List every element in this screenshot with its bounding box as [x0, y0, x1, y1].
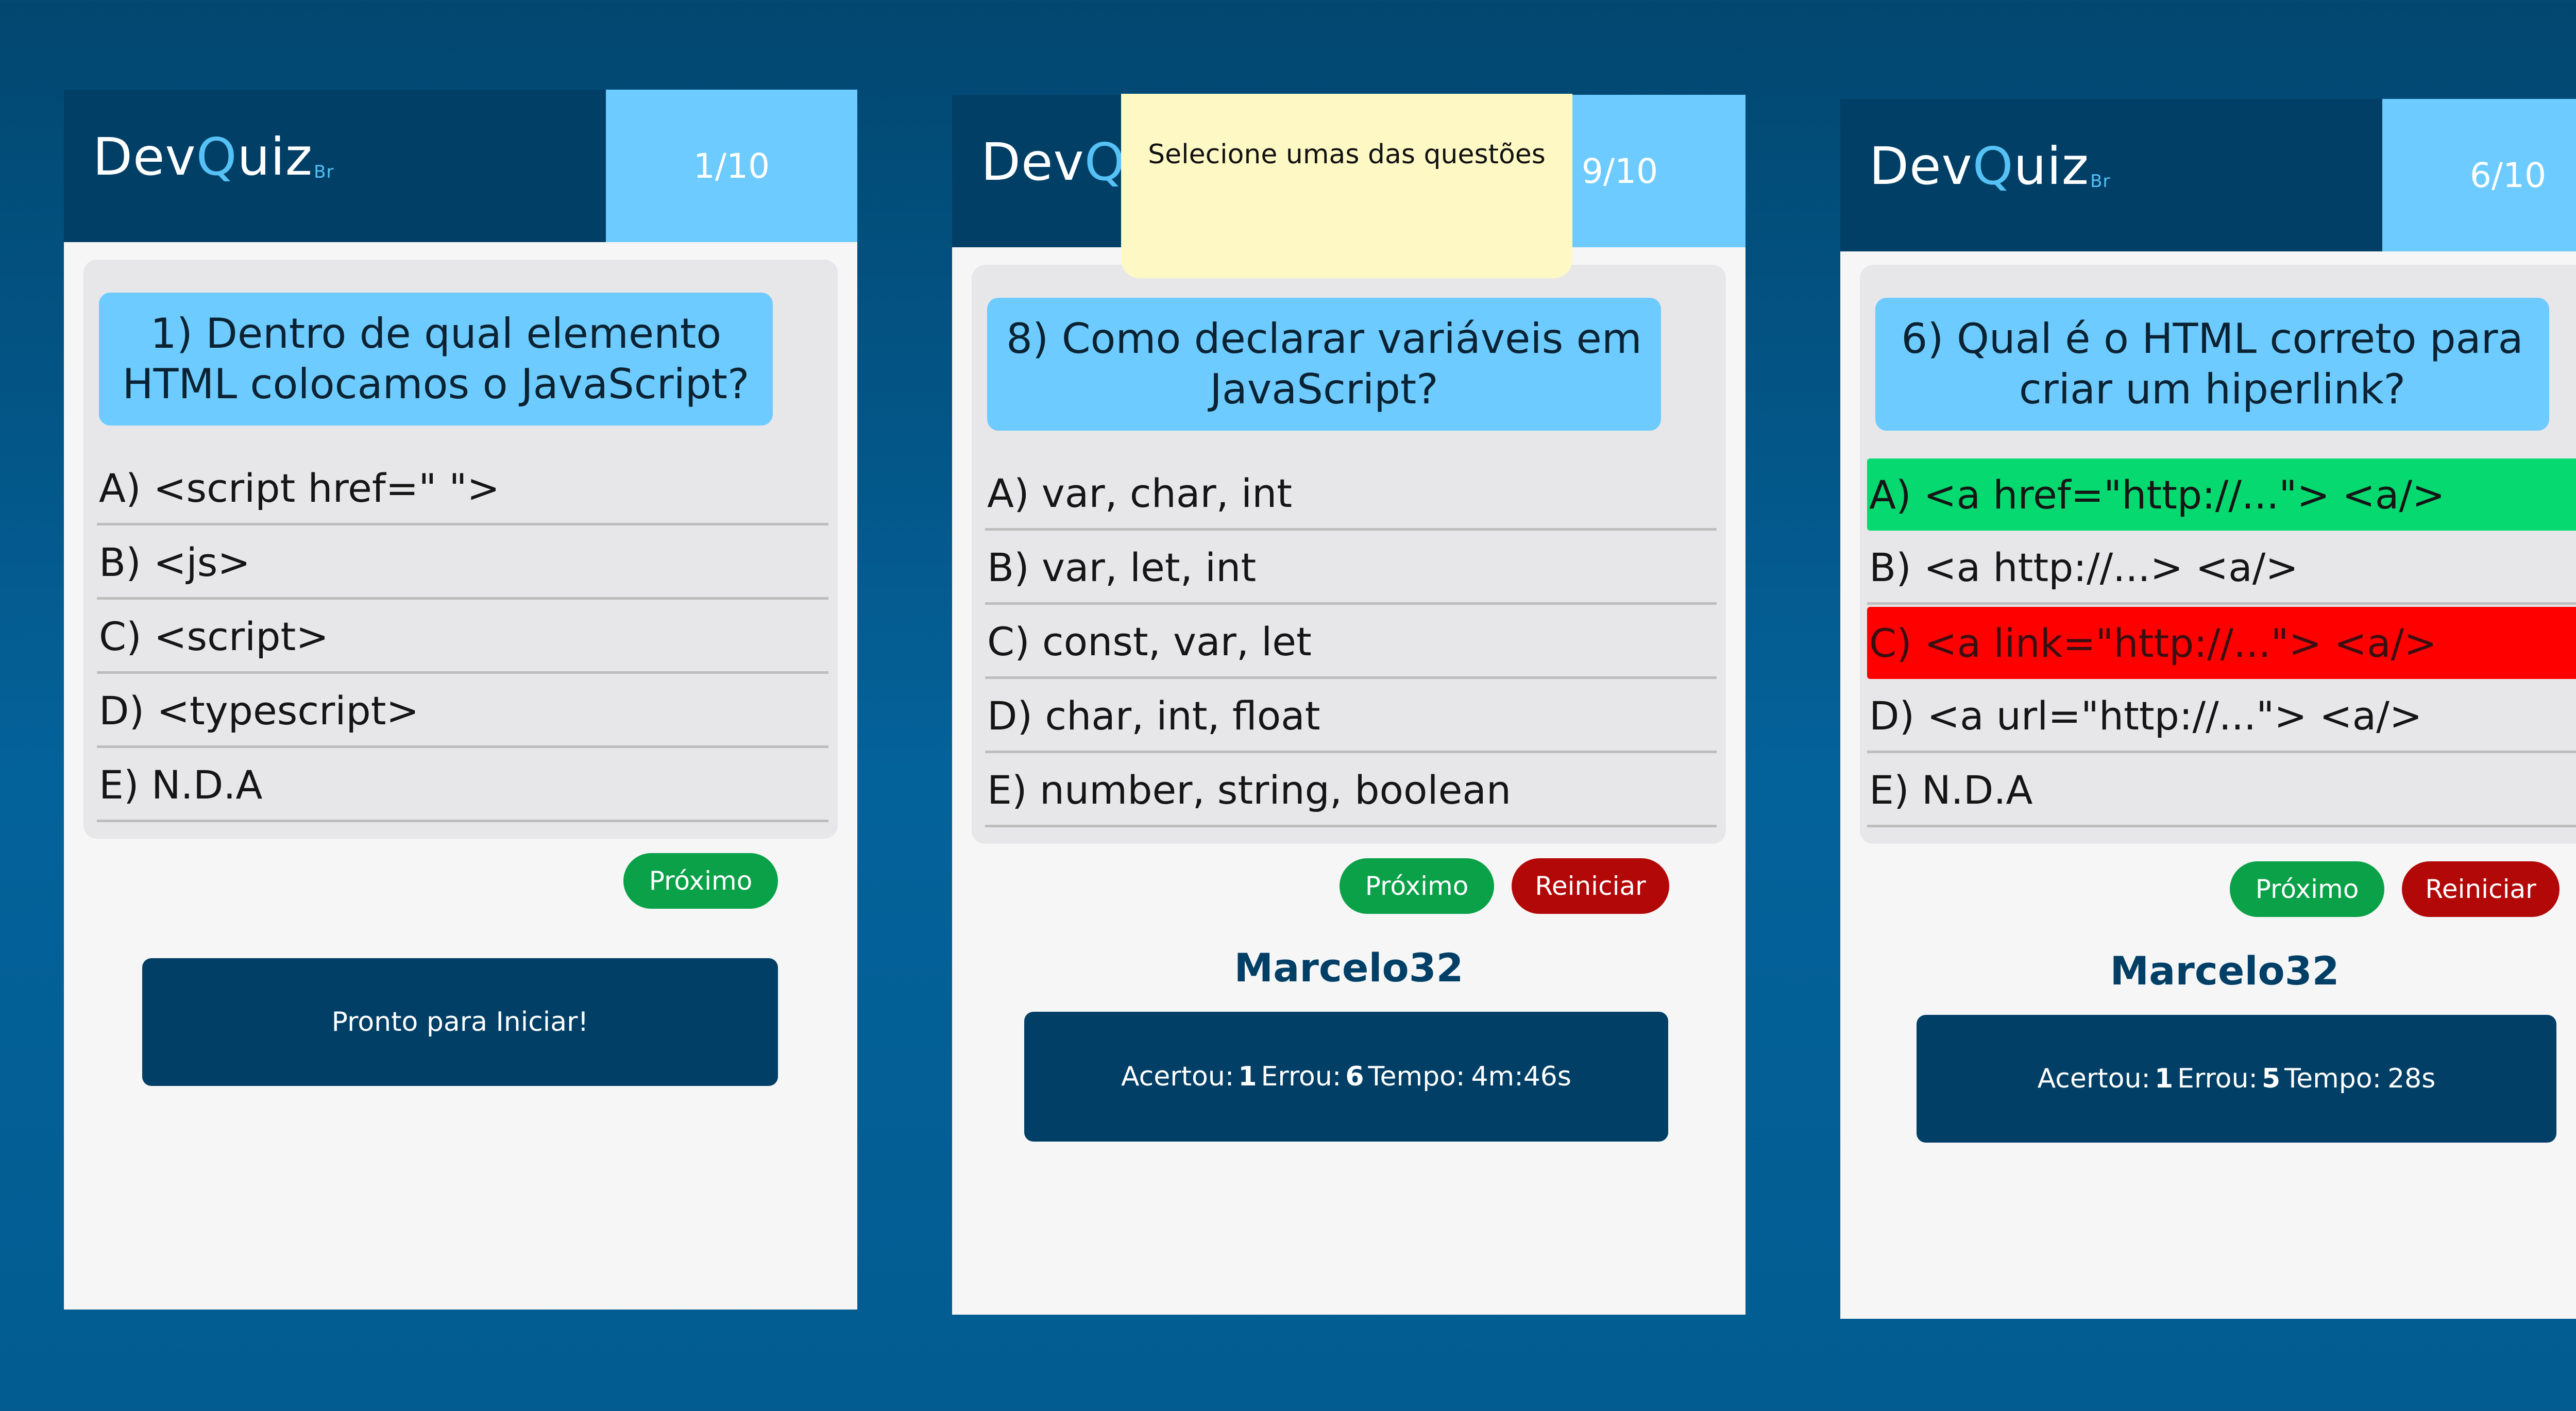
next-button[interactable]: Próximo — [1340, 858, 1494, 914]
question-title: 1) Dentro de qual elemento HTML colocamo… — [99, 293, 773, 426]
player-name: Marcelo32 — [2110, 948, 2340, 994]
option-c-wrong[interactable]: C) <a link="http://..."> <a/> — [1867, 607, 2576, 679]
options-list: A) var, char, int B) var, let, int C) co… — [985, 458, 1717, 829]
option-b[interactable]: B) <js> — [97, 528, 828, 600]
option-e[interactable]: E) number, string, boolean — [985, 755, 1717, 827]
question-box: 6) Qual é o HTML correto para criar um h… — [1860, 265, 2576, 844]
option-d[interactable]: D) <a url="http://..."> <a/> — [1867, 681, 2576, 753]
question-title: 8) Como declarar variáveis em JavaScript… — [987, 298, 1661, 431]
option-a[interactable]: A) var, char, int — [985, 458, 1717, 531]
misses-label: Errou: — [2177, 1063, 2258, 1094]
start-button[interactable]: Pronto para Iniciar! — [142, 958, 778, 1086]
option-a-correct[interactable]: A) <a href="http://..."> <a/> — [1867, 458, 2576, 531]
card-header: DevQuizBr 1/10 — [64, 90, 857, 242]
score-panel: Acertou: 1 Errou: 6 Tempo: 4m:46s — [1024, 1012, 1668, 1142]
hits-value: 1 — [2154, 1063, 2174, 1094]
devquiz-logo: DevQuizBr — [1869, 136, 2111, 196]
option-d[interactable]: D) <typescript> — [97, 676, 828, 748]
option-b[interactable]: B) var, let, int — [985, 533, 1717, 605]
hits-value: 1 — [1238, 1061, 1257, 1092]
option-e[interactable]: E) N.D.A — [1867, 755, 2576, 827]
restart-button[interactable]: Reiniciar — [1512, 858, 1669, 914]
question-counter: 1/10 — [606, 90, 857, 242]
quiz-card-3: DevQuizBr 6/10 6) Qual é o HTML correto … — [1840, 99, 2576, 1319]
misses-value: 5 — [2261, 1063, 2281, 1094]
quiz-card-1: DevQuizBr 1/10 1) Dentro de qual element… — [64, 90, 857, 1310]
hits-label: Acertou: — [1121, 1061, 1234, 1092]
options-list: A) <a href="http://..."> <a/> B) <a http… — [1867, 458, 2576, 829]
option-e[interactable]: E) N.D.A — [97, 750, 828, 822]
question-box: 1) Dentro de qual elemento HTML colocamo… — [83, 260, 838, 839]
devquiz-logo: DevQuizBr — [93, 127, 334, 187]
option-b[interactable]: B) <a http://...> <a/> — [1867, 533, 2576, 605]
question-title: 6) Qual é o HTML correto para criar um h… — [1875, 298, 2549, 431]
question-box: 8) Como declarar variáveis em JavaScript… — [972, 265, 1726, 844]
card-header: DevQuizBr 6/10 — [1840, 99, 2576, 251]
option-c[interactable]: C) const, var, let — [985, 607, 1717, 679]
question-counter: 6/10 — [2382, 99, 2576, 251]
score-panel: Acertou: 1 Errou: 5 Tempo: 28s — [1917, 1015, 2556, 1143]
time-label: Tempo: — [1368, 1061, 1465, 1092]
misses-value: 6 — [1345, 1061, 1364, 1092]
devquiz-logo: DevQ — [981, 132, 1126, 192]
time-value: 4m:46s — [1471, 1061, 1571, 1092]
tooltip: Selecione umas das questões — [1121, 94, 1572, 278]
option-d[interactable]: D) char, int, float — [985, 681, 1717, 753]
next-button[interactable]: Próximo — [623, 853, 778, 909]
time-value: 28s — [2387, 1063, 2436, 1094]
hits-label: Acertou: — [2037, 1063, 2150, 1094]
next-button[interactable]: Próximo — [2230, 861, 2384, 917]
time-label: Tempo: — [2284, 1063, 2382, 1094]
options-list: A) <script href=" "> B) <js> C) <script>… — [97, 453, 828, 824]
restart-button[interactable]: Reiniciar — [2402, 861, 2560, 917]
player-name: Marcelo32 — [1234, 945, 1464, 991]
misses-label: Errou: — [1261, 1061, 1342, 1092]
option-c[interactable]: C) <script> — [97, 602, 828, 674]
option-a[interactable]: A) <script href=" "> — [97, 453, 828, 525]
